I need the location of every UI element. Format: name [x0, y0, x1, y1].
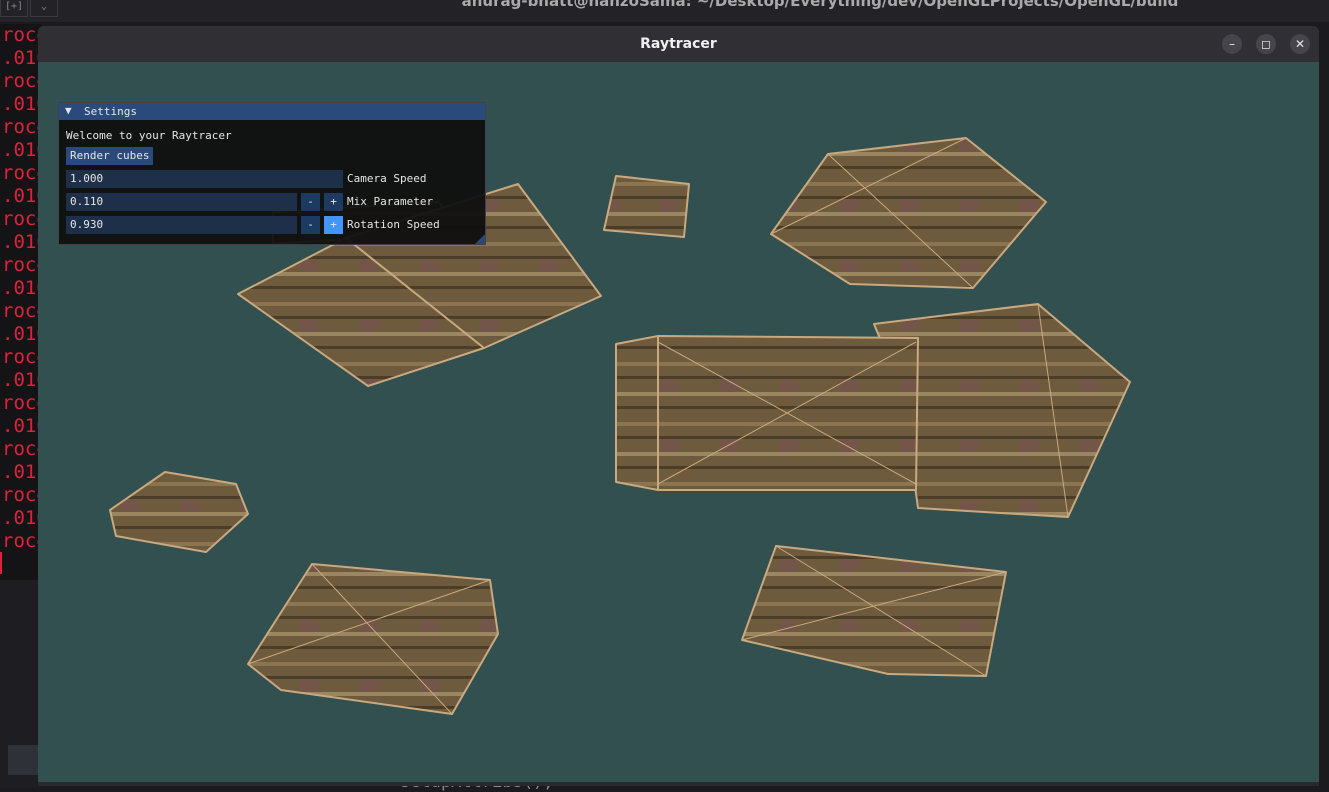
- background-edge: [1319, 60, 1329, 788]
- terminal-line: roce: [2, 530, 42, 552]
- terminal-line: .010: [2, 231, 42, 253]
- rotation-speed-input[interactable]: 0.930: [66, 216, 297, 234]
- terminal-line: .010: [2, 277, 42, 299]
- terminal-line: .010: [2, 369, 42, 391]
- crate: [109, 471, 249, 553]
- terminal-line: .010: [2, 185, 42, 207]
- terminal-title: anurag-bhatt@hanzoSama: ~/Desktop/Everyt…: [461, 0, 1179, 10]
- mix-parameter-label: Mix Parameter: [347, 195, 434, 208]
- crate: [247, 563, 499, 715]
- minimize-button[interactable]: –: [1222, 34, 1242, 54]
- close-button[interactable]: ✕: [1290, 34, 1310, 54]
- new-tab-button[interactable]: [+]: [0, 0, 28, 17]
- editor-selection: [8, 745, 38, 775]
- desktop-top-bar: [+] ⌄ anurag-bhatt@hanzoSama: ~/Desktop/…: [0, 0, 1329, 22]
- collapse-arrow-icon[interactable]: ▼: [65, 104, 72, 117]
- crate: [615, 335, 919, 491]
- terminal-line: .010: [2, 139, 42, 161]
- welcome-text: Welcome to your Raytracer: [66, 129, 232, 142]
- settings-header[interactable]: ▼ Settings: [59, 103, 485, 120]
- crate: [741, 545, 1007, 677]
- rotation-speed-label: Rotation Speed: [347, 218, 440, 231]
- crate: [770, 137, 1047, 289]
- terminal-line: roce: [2, 484, 42, 506]
- render-viewport[interactable]: ▼ Settings Welcome to your Raytracer Ren…: [38, 62, 1319, 782]
- terminal-line: roce: [2, 116, 42, 138]
- background-terminal: roce.010roce.010roce.010roce.010roce.010…: [0, 24, 42, 580]
- terminal-line: roce: [2, 162, 42, 184]
- rotation-speed-decrement-button[interactable]: -: [301, 216, 320, 234]
- mix-parameter-increment-button[interactable]: +: [324, 193, 343, 211]
- terminal-line: roce: [2, 208, 42, 230]
- terminal-line: roce: [2, 346, 42, 368]
- window-titlebar[interactable]: Raytracer – ◻ ✕: [38, 26, 1319, 62]
- terminal-cursor: [0, 552, 2, 574]
- settings-panel: ▼ Settings Welcome to your Raytracer Ren…: [58, 102, 486, 245]
- maximize-button[interactable]: ◻: [1256, 34, 1276, 54]
- terminal-line: .010: [2, 323, 42, 345]
- rotation-speed-increment-button[interactable]: +: [324, 216, 343, 234]
- terminal-line: .010: [2, 507, 42, 529]
- settings-title: Settings: [84, 105, 137, 118]
- raytracer-window: Raytracer – ◻ ✕ ▼ Settings Welcome to yo…: [38, 26, 1319, 786]
- camera-speed-label: Camera Speed: [347, 172, 427, 185]
- terminal-line: roce: [2, 254, 42, 276]
- terminal-line: roce: [2, 70, 42, 92]
- mix-parameter-decrement-button[interactable]: -: [301, 193, 320, 211]
- terminal-line: roce: [2, 24, 42, 46]
- terminal-line: .010: [2, 93, 42, 115]
- resize-grip[interactable]: [475, 234, 485, 244]
- render-cubes-button[interactable]: Render cubes: [66, 147, 154, 165]
- terminal-line: roce: [2, 392, 42, 414]
- mix-parameter-input[interactable]: 0.110: [66, 193, 297, 211]
- terminal-line: roce: [2, 300, 42, 322]
- terminal-line: .010: [2, 47, 42, 69]
- terminal-line: .011: [2, 461, 42, 483]
- window-title: Raytracer: [640, 36, 717, 52]
- crate: [603, 175, 690, 238]
- camera-speed-input[interactable]: 1.000: [66, 170, 343, 188]
- tab-menu-button[interactable]: ⌄: [30, 0, 58, 17]
- terminal-line: roce: [2, 438, 42, 460]
- terminal-line: .010: [2, 415, 42, 437]
